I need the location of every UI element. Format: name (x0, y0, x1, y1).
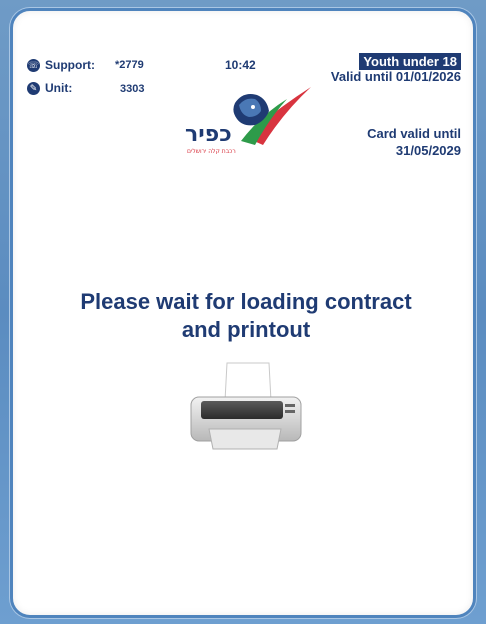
phone-icon: ☏ (27, 59, 40, 72)
logo-subtext: רכבת קלה ירושלים (187, 148, 236, 155)
printer-icon (187, 361, 305, 451)
unit-number: 3303 (120, 83, 145, 95)
wrench-icon: ✎ (27, 82, 40, 95)
support-label: Support: (45, 58, 95, 72)
card-valid-date: 31/05/2029 (395, 143, 461, 158)
loading-message-line1: Please wait for loading contract (80, 289, 412, 314)
loading-message: Please wait for loading contract and pri… (33, 288, 459, 344)
profile-valid-until: Valid until 01/01/2026 (330, 69, 461, 84)
clock-time: 10:42 (225, 58, 256, 72)
profile-badge: Youth under 18 (359, 53, 461, 70)
logo-text: כפיר (185, 122, 232, 147)
card-valid-label: Card valid until (367, 126, 461, 141)
loading-message-line2: and printout (181, 317, 311, 342)
support-number: *2779 (115, 59, 144, 71)
unit-label: Unit: (45, 81, 73, 95)
kiosk-panel: ☏ Support: *2779 ✎ Unit: 3303 10:42 Yout… (10, 8, 476, 618)
kfir-logo: כפיר רכבת קלה ירושלים (183, 85, 313, 157)
